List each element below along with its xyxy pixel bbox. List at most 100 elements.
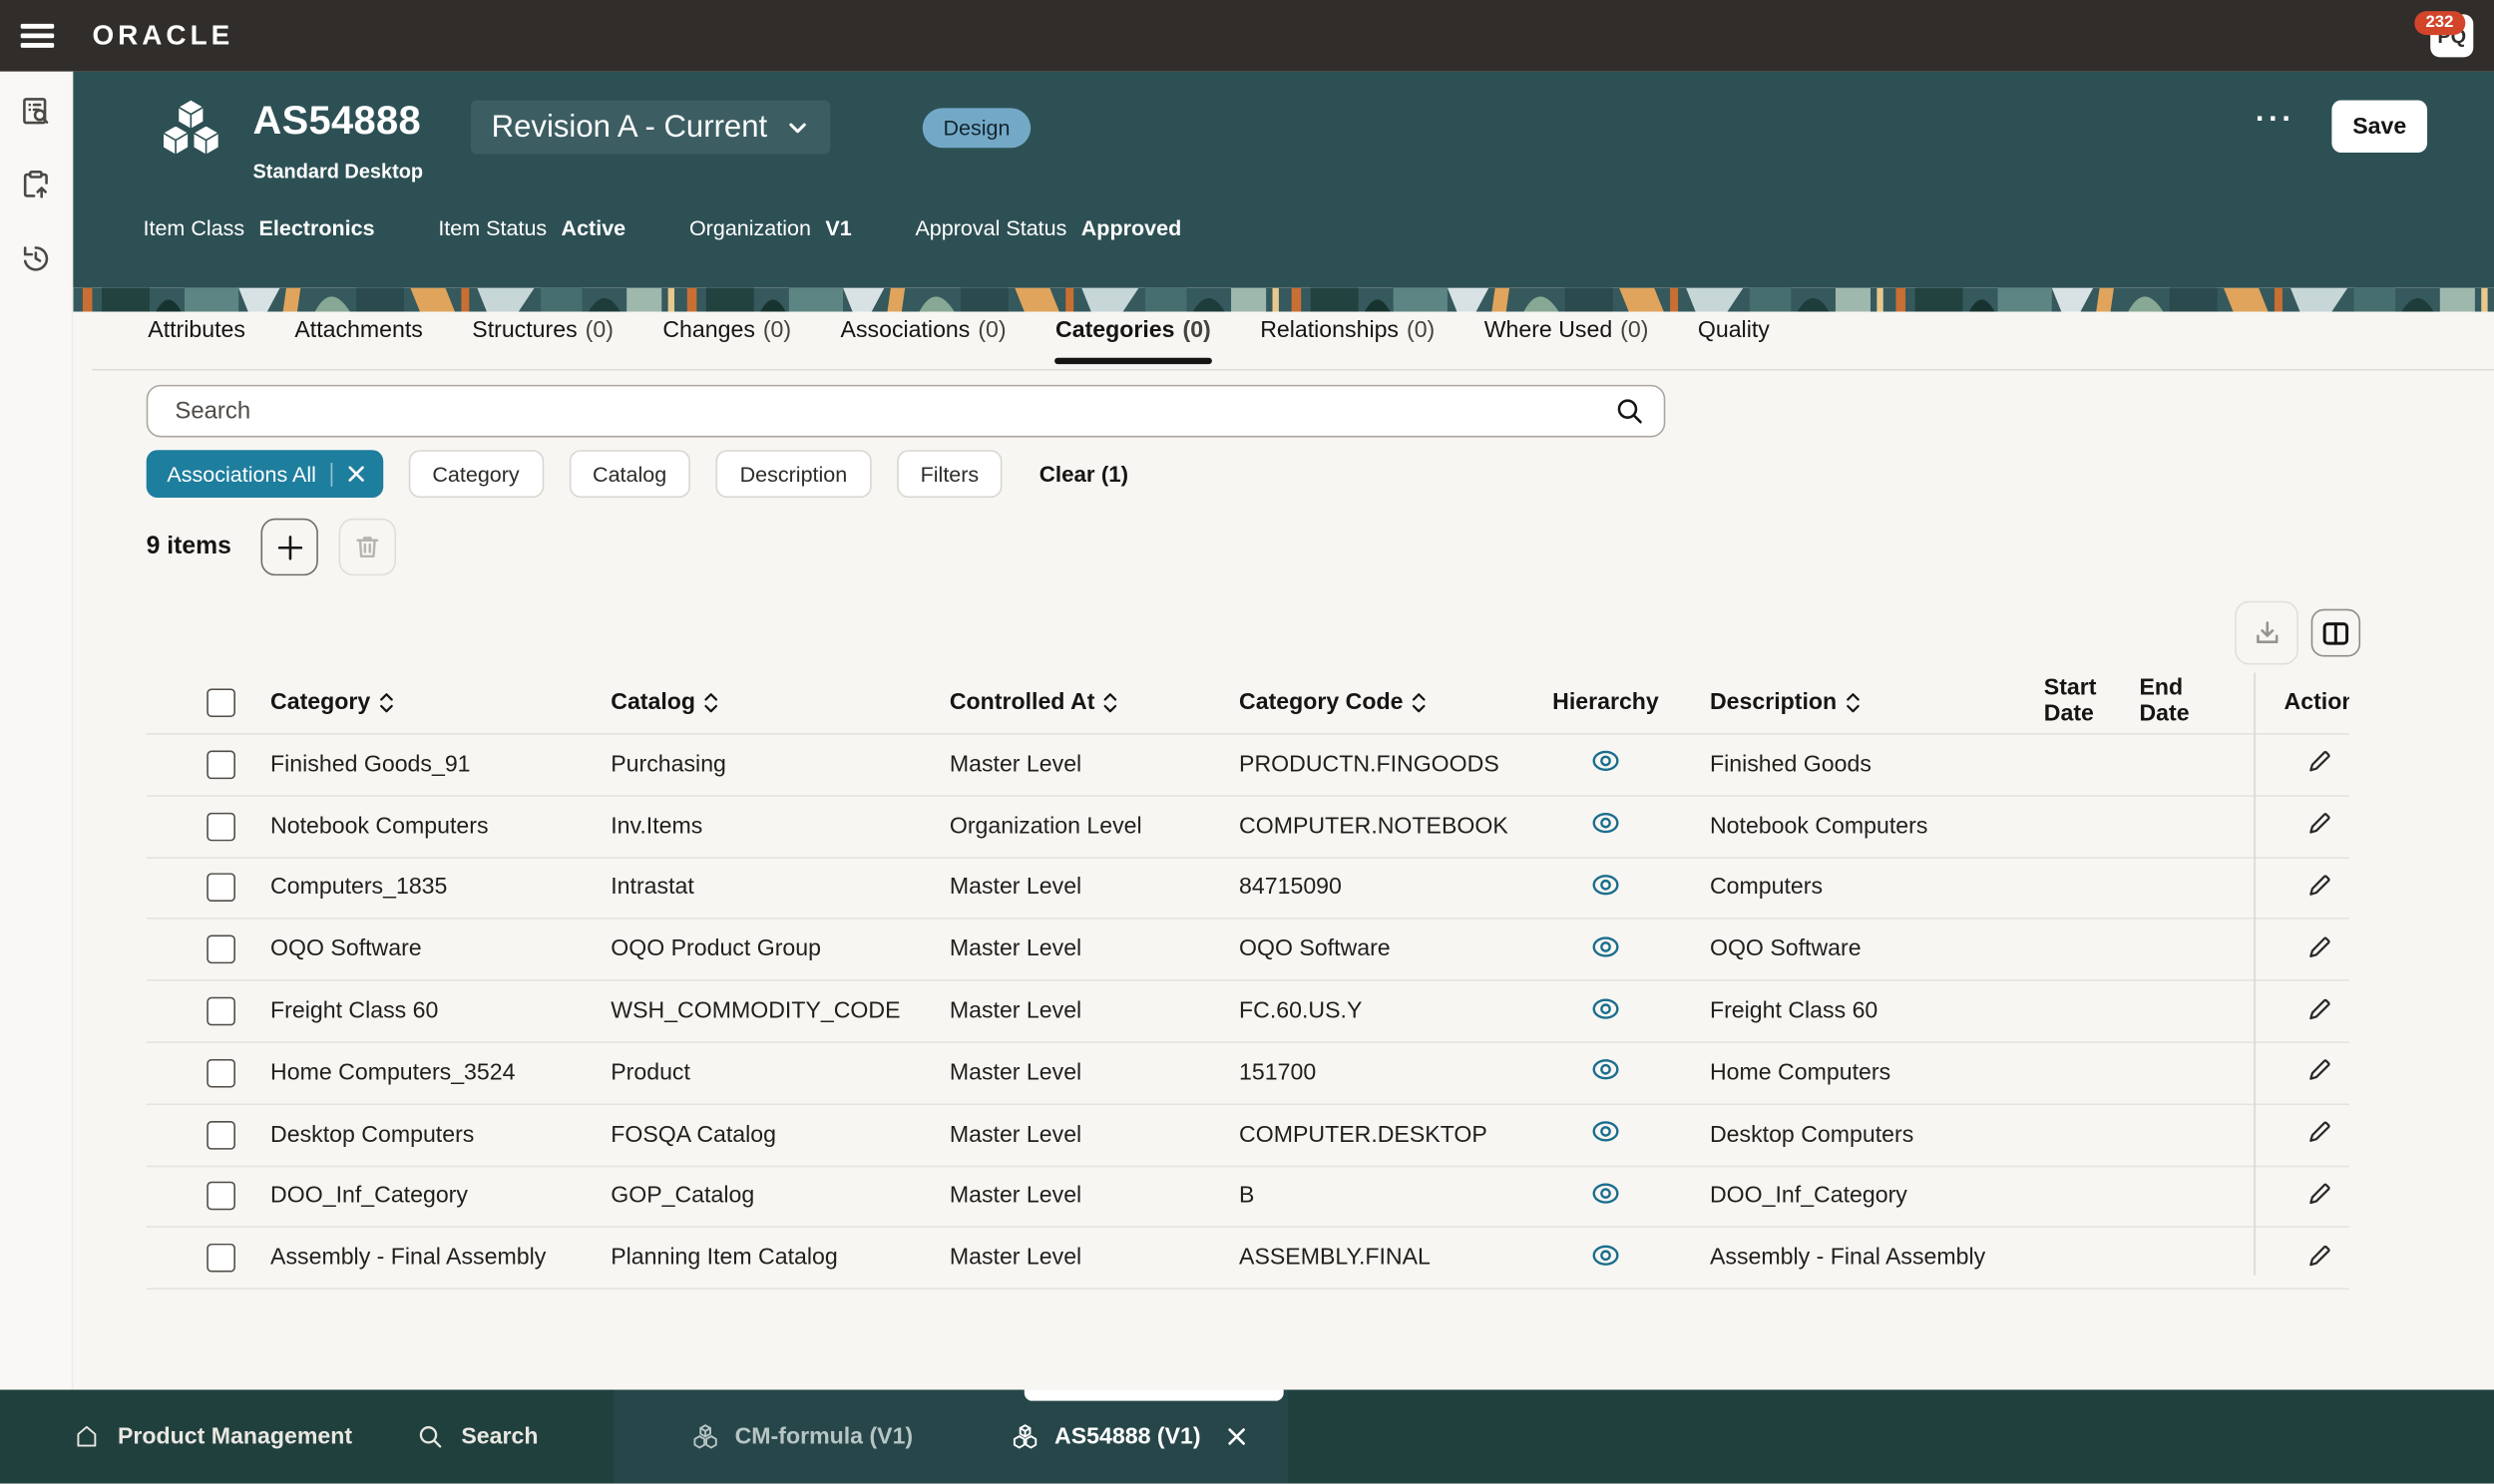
column-header-description[interactable]: Description xyxy=(1710,690,2044,716)
tab-quality[interactable]: Quality xyxy=(1696,318,1771,364)
chip-label: Associations All xyxy=(167,462,316,486)
row-checkbox[interactable] xyxy=(207,750,235,779)
notification-badge: 232 xyxy=(2414,10,2464,35)
tab-attributes[interactable]: Attributes xyxy=(147,318,247,364)
close-icon[interactable] xyxy=(346,465,365,484)
edit-pencil-icon[interactable] xyxy=(2306,994,2333,1021)
history-icon[interactable] xyxy=(18,240,55,277)
column-header-category[interactable]: Category xyxy=(270,690,611,716)
hierarchy-eye-icon[interactable] xyxy=(1590,996,1620,1020)
search-icon[interactable] xyxy=(1614,396,1644,426)
bottom-home-link[interactable]: Product Management xyxy=(73,1390,352,1484)
column-header-label: Category Code xyxy=(1239,690,1427,716)
row-select-cell xyxy=(147,874,270,903)
clipboard-upload-icon[interactable] xyxy=(18,167,55,203)
hierarchy-eye-icon[interactable] xyxy=(1590,1182,1620,1206)
chip-category[interactable]: Category xyxy=(408,450,543,498)
cell-hierarchy xyxy=(1543,934,1710,964)
tab-label: Changes xyxy=(662,318,755,344)
cell-action xyxy=(2254,872,2349,905)
hierarchy-eye-icon[interactable] xyxy=(1590,811,1620,835)
hierarchy-eye-icon[interactable] xyxy=(1590,934,1620,958)
tab-associations[interactable]: Associations(0) xyxy=(839,318,1008,364)
column-header-end-date[interactable]: End Date xyxy=(2139,677,2254,728)
more-actions-button[interactable]: ··· xyxy=(2256,104,2295,139)
hierarchy-eye-icon[interactable] xyxy=(1590,1120,1620,1144)
meta-label: Organization xyxy=(689,216,811,240)
sort-icon[interactable] xyxy=(703,692,719,714)
table-row: Assembly - Final AssemblyPlanning Item C… xyxy=(147,1227,2349,1290)
chip-description[interactable]: Description xyxy=(716,450,872,498)
item-search-icon[interactable] xyxy=(18,94,55,131)
item-cubes-icon xyxy=(1012,1424,1039,1451)
clear-filters-link[interactable]: Clear (1) xyxy=(1039,461,1128,487)
hierarchy-eye-icon[interactable] xyxy=(1590,750,1620,774)
edit-pencil-icon[interactable] xyxy=(2306,748,2333,775)
save-button[interactable]: Save xyxy=(2331,100,2427,153)
tab-relationships[interactable]: Relationships(0) xyxy=(1259,318,1437,364)
chip-filters[interactable]: Filters xyxy=(897,450,1003,498)
column-header-controlled-at[interactable]: Controlled At xyxy=(950,690,1239,716)
table-header: CategoryCatalogControlled AtCategory Cod… xyxy=(147,672,2349,733)
tab-label: Attributes xyxy=(148,318,245,344)
cell-category: Freight Class 60 xyxy=(270,998,611,1024)
column-header-start-date[interactable]: Start Date xyxy=(2044,677,2140,728)
edit-pencil-icon[interactable] xyxy=(2306,1180,2333,1207)
select-all-checkbox[interactable] xyxy=(207,688,235,717)
row-checkbox[interactable] xyxy=(207,1121,235,1150)
sort-icon[interactable] xyxy=(1411,692,1427,714)
row-select-cell xyxy=(147,1121,270,1150)
hierarchy-eye-icon[interactable] xyxy=(1590,1243,1620,1267)
delete-row-button[interactable] xyxy=(339,519,396,575)
tab-where-used[interactable]: Where Used(0) xyxy=(1482,318,1650,364)
row-checkbox[interactable] xyxy=(207,1059,235,1088)
add-row-button[interactable] xyxy=(260,519,317,575)
close-icon[interactable] xyxy=(1226,1427,1247,1448)
manage-columns-button[interactable] xyxy=(2311,609,2360,657)
tab-changes[interactable]: Changes(0) xyxy=(661,318,793,364)
download-button[interactable] xyxy=(2235,601,2298,665)
revision-label: Revision A - Current xyxy=(492,109,767,146)
row-checkbox[interactable] xyxy=(207,1182,235,1211)
row-checkbox[interactable] xyxy=(207,812,235,841)
tab-bar: Attributes Attachments Structures(0) Change… xyxy=(147,318,1772,364)
bottom-tab-as54888-v1[interactable]: AS54888 (V1) xyxy=(1012,1390,1247,1484)
edit-pencil-icon[interactable] xyxy=(2306,933,2333,960)
row-checkbox[interactable] xyxy=(207,997,235,1026)
row-select-cell xyxy=(147,1059,270,1088)
cell-category: Notebook Computers xyxy=(270,814,611,840)
tab-attachments[interactable]: Attachments xyxy=(293,318,425,364)
tab-structures[interactable]: Structures(0) xyxy=(471,318,616,364)
table-row: Finished Goods_91PurchasingMaster LevelP… xyxy=(147,733,2349,795)
row-checkbox[interactable] xyxy=(207,1244,235,1273)
column-header-label: End Date xyxy=(2139,677,2254,728)
bottom-tab-cm-formula-v1[interactable]: CM-formula (V1) xyxy=(692,1390,914,1484)
bottom-search-link[interactable]: Search xyxy=(417,1390,539,1484)
edit-pencil-icon[interactable] xyxy=(2306,1118,2333,1145)
column-header-category-code[interactable]: Category Code xyxy=(1239,690,1543,716)
edit-pencil-icon[interactable] xyxy=(2306,872,2333,899)
edit-pencil-icon[interactable] xyxy=(2306,1242,2333,1269)
meta-value: V1 xyxy=(825,216,851,240)
edit-pencil-icon[interactable] xyxy=(2306,1056,2333,1083)
bottom-home-label: Product Management xyxy=(118,1424,352,1450)
sort-icon[interactable] xyxy=(1102,692,1118,714)
row-checkbox[interactable] xyxy=(207,874,235,903)
column-header-catalog[interactable]: Catalog xyxy=(611,690,950,716)
chip-associations-all[interactable]: Associations All xyxy=(147,450,383,498)
cell-category-code: FC.60.US.Y xyxy=(1239,998,1543,1024)
search-input[interactable] xyxy=(172,396,1614,426)
hierarchy-eye-icon[interactable] xyxy=(1590,873,1620,897)
sort-icon[interactable] xyxy=(1845,692,1861,714)
hierarchy-eye-icon[interactable] xyxy=(1590,1058,1620,1082)
revision-selector[interactable]: Revision A - Current xyxy=(471,100,831,154)
chip-catalog[interactable]: Catalog xyxy=(569,450,690,498)
column-header-text: Hierarchy xyxy=(1552,690,1659,716)
hamburger-menu-icon[interactable] xyxy=(21,18,54,53)
sort-icon[interactable] xyxy=(378,692,394,714)
row-checkbox[interactable] xyxy=(207,935,235,964)
cell-hierarchy xyxy=(1543,1182,1710,1212)
table-row: DOO_Inf_CategoryGOP_CatalogMaster LevelB… xyxy=(147,1165,2349,1227)
tab-categories[interactable]: Categories(0) xyxy=(1053,318,1212,364)
edit-pencil-icon[interactable] xyxy=(2306,810,2333,837)
